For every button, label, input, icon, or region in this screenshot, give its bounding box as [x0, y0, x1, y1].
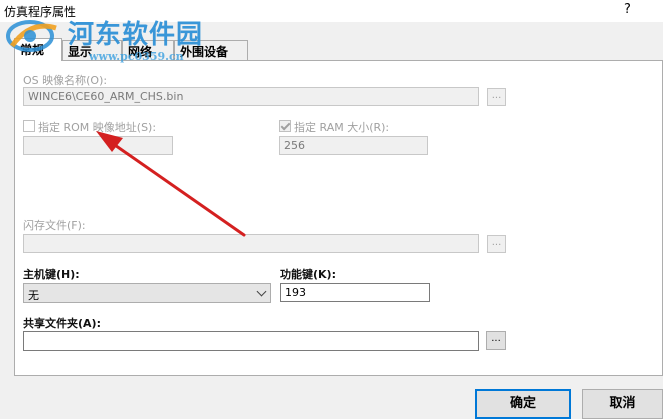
host-key-label: 主机键(H):	[23, 268, 80, 281]
function-key-field[interactable]: 193	[280, 283, 430, 302]
ram-size-checkbox	[279, 120, 291, 132]
ram-size-field: 256	[279, 136, 428, 155]
watermark-logo-icon	[6, 20, 57, 52]
watermark-url: www.pc0359.cn	[89, 50, 184, 63]
flash-file-label: 闪存文件(F):	[23, 219, 86, 232]
host-key-select[interactable]: 无	[23, 283, 271, 303]
shared-folder-label: 共享文件夹(A):	[23, 317, 101, 330]
watermark-text: 河东软件园	[68, 20, 204, 50]
shared-folder-browse-button[interactable]: ...	[486, 331, 506, 350]
host-key-value: 无	[28, 289, 39, 302]
rom-address-field	[23, 136, 173, 155]
os-image-label: OS 映像名称(O):	[23, 74, 108, 87]
shared-folder-field[interactable]	[23, 331, 479, 351]
os-image-browse-button: ...	[487, 88, 506, 106]
function-key-label: 功能键(K):	[280, 268, 336, 281]
rom-address-label: 指定 ROM 映像地址(S):	[38, 121, 157, 134]
flash-file-browse-button: ...	[487, 235, 506, 253]
ram-size-label: 指定 RAM 大小(R):	[294, 121, 390, 134]
flash-file-field	[23, 234, 479, 253]
rom-address-checkbox	[23, 120, 35, 132]
os-image-field: WINCE6\CE60_ARM_CHS.bin	[23, 87, 479, 106]
chevron-down-icon	[256, 286, 267, 297]
